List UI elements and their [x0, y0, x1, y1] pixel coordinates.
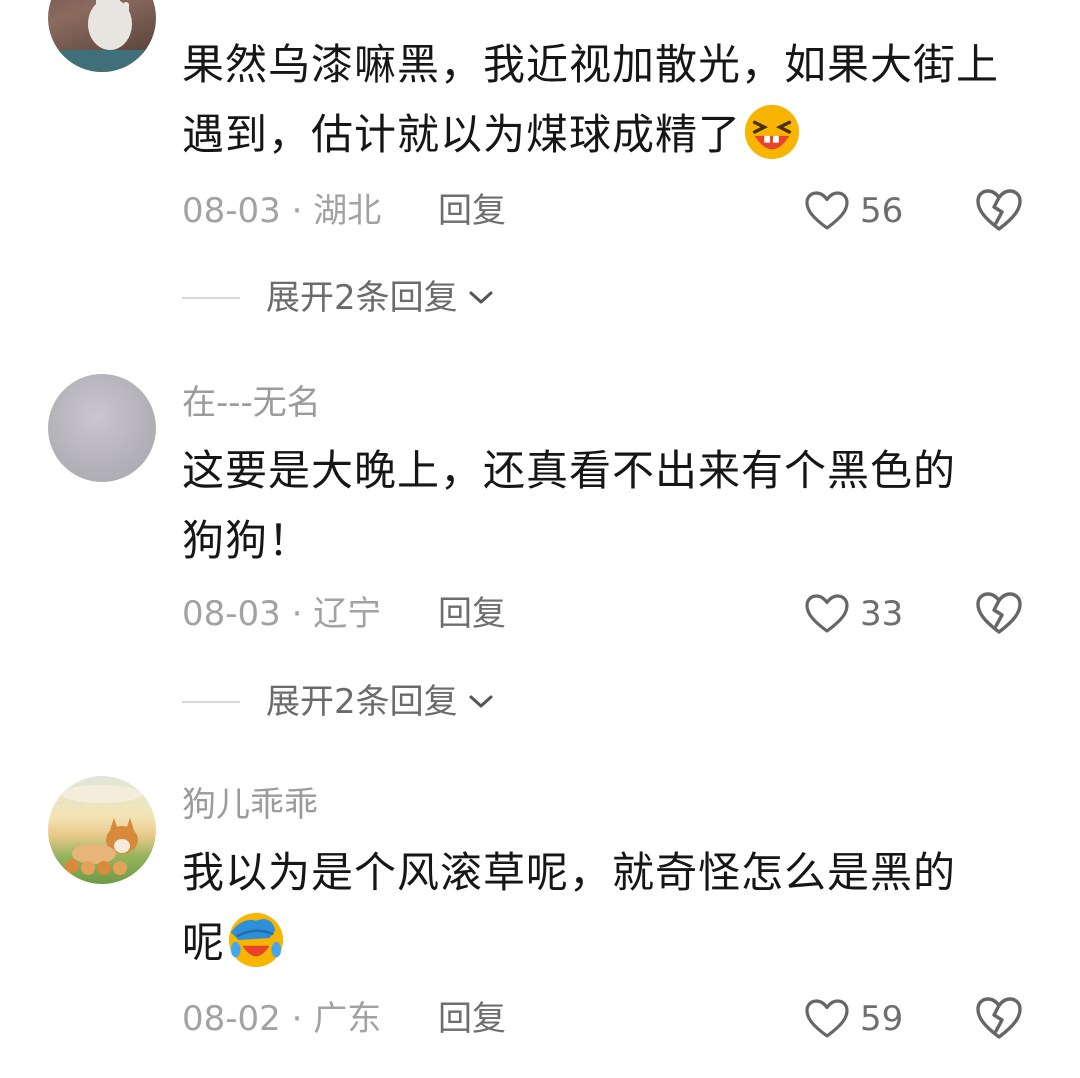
expand-divider [182, 701, 240, 703]
grinning-squint-emoji [744, 104, 800, 160]
meta-separator: · [280, 999, 314, 1039]
reply-button[interactable]: 回复 [438, 997, 506, 1041]
meta-separator: · [280, 191, 314, 231]
facepalm-laugh-emoji [228, 912, 284, 968]
avatar[interactable] [48, 776, 156, 884]
comment-text-line: 我以为是个风滚草呢，就奇怪怎么是黑的 [182, 848, 957, 897]
dislike-button[interactable] [974, 187, 1024, 235]
like-button[interactable]: 33 [804, 590, 903, 638]
comment-text: 这要是大晚上，还真看不出来有个黑色的 狗狗！ [182, 436, 1012, 576]
heart-icon [805, 594, 849, 633]
comment-meta: 08-03 · 辽宁 [182, 592, 381, 636]
comment-text-line: 这要是大晚上，还真看不出来有个黑色的 [182, 446, 957, 495]
like-count: 59 [860, 999, 904, 1039]
broken-heart-icon [976, 189, 1022, 231]
like-button[interactable]: 59 [804, 995, 903, 1043]
comment-location: 广东 [313, 999, 382, 1039]
meta-separator: · [280, 594, 314, 634]
username[interactable]: 狗儿乖乖 [182, 783, 318, 827]
like-count: 33 [860, 594, 904, 634]
comment-date: 08-03 [182, 594, 281, 634]
comment-text: 果然乌漆嘛黑，我近视加散光，如果大街上遇到，估计就以为煤球成精了 [182, 40, 1000, 160]
expand-replies-button[interactable]: 展开2条回复 [182, 274, 494, 322]
username[interactable]: 在---无名 [182, 381, 321, 425]
chevron-down-icon [469, 695, 493, 708]
reply-button[interactable]: 回复 [438, 592, 506, 636]
reply-button[interactable]: 回复 [438, 189, 506, 233]
dislike-button[interactable] [974, 590, 1024, 638]
dislike-button[interactable] [974, 995, 1024, 1043]
comment-meta: 08-02 · 广东 [182, 997, 381, 1041]
comment-date: 08-03 [182, 191, 281, 231]
heart-icon [805, 191, 849, 230]
avatar[interactable] [48, 0, 156, 72]
comment-text: 我以为是个风滚草呢，就奇怪怎么是黑的 呢 [182, 838, 1012, 978]
comment-text-line: 呢 [182, 908, 1012, 978]
broken-heart-icon [976, 592, 1022, 634]
broken-heart-icon [976, 997, 1022, 1039]
like-count: 56 [860, 191, 904, 231]
avatar[interactable] [48, 374, 156, 482]
comment-date: 08-02 [182, 999, 281, 1039]
comment-location: 湖北 [313, 191, 382, 231]
heart-icon [805, 999, 849, 1038]
comment-meta: 08-03 · 湖北 [182, 189, 381, 233]
avatar-hand-image [58, 0, 146, 72]
expand-replies-button[interactable]: 展开2条回复 [182, 678, 494, 726]
like-button[interactable]: 56 [804, 187, 903, 235]
comment-text-line: 狗狗！ [182, 516, 312, 565]
expand-label: 展开2条回复 [266, 278, 458, 318]
avatar-corgi-image [62, 785, 142, 875]
expand-label: 展开2条回复 [266, 682, 458, 722]
expand-divider [182, 297, 240, 299]
chevron-down-icon [469, 291, 493, 304]
comment-location: 辽宁 [313, 594, 382, 634]
